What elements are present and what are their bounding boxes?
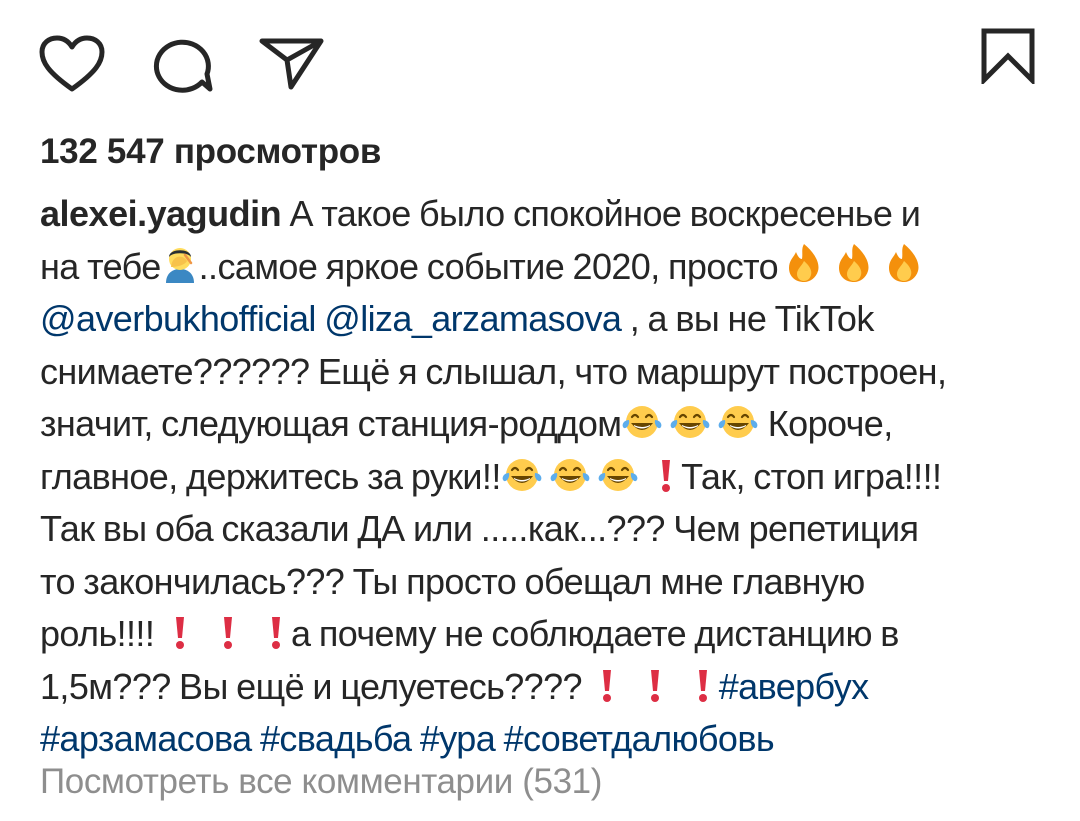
view-all-comments-link[interactable]: Посмотреть все комментарии (531)	[40, 762, 602, 802]
mention-link[interactable]: @liza_arzamasova	[324, 298, 622, 339]
caption-text: Так вы оба сказали ДА или .....как...???…	[40, 508, 919, 549]
caption-text: ..самое яркое событие 2020, просто	[198, 245, 787, 287]
hashtag-link[interactable]: #советдалюбовь	[504, 718, 775, 759]
face-with-tears-of-joy-emoji	[597, 457, 639, 493]
hashtag-link[interactable]: #ура	[420, 718, 496, 759]
heart-outline-icon	[39, 35, 105, 92]
caption-text: роль!!!!	[40, 613, 163, 654]
comment-bubble-icon	[153, 39, 213, 93]
red-exclamation-mark-emoji	[269, 614, 283, 650]
post-actions-bar	[0, 0, 1080, 120]
like-button[interactable]	[38, 34, 106, 94]
caption-text: а почему не соблюдаете дистанцию в	[282, 613, 899, 654]
red-exclamation-mark-emoji	[696, 667, 710, 703]
author-username[interactable]: alexei.yagudin	[40, 193, 282, 234]
hashtag-link[interactable]: #авербух	[719, 666, 869, 707]
hashtag-link[interactable]: #арзамасова	[40, 718, 252, 759]
caption-text: то закончилась??? Ты просто обещал мне г…	[40, 560, 865, 602]
hashtag-link[interactable]: #свадьба	[260, 718, 412, 759]
fire-emoji	[836, 243, 872, 283]
comment-button[interactable]	[152, 38, 214, 94]
caption-text: 1,5м??? Вы ещё и целуетесь????	[40, 665, 591, 707]
red-exclamation-mark-emoji	[600, 667, 614, 703]
red-exclamation-mark-emoji	[659, 457, 673, 493]
save-button[interactable]	[980, 28, 1036, 84]
caption-text: снимаете?????? Ещё я слышал, что маршрут…	[40, 350, 947, 392]
red-exclamation-mark-emoji	[173, 614, 187, 650]
red-exclamation-mark-emoji	[648, 667, 662, 703]
red-exclamation-mark-emoji	[221, 614, 235, 650]
face-with-tears-of-joy-emoji	[501, 457, 543, 493]
face-with-tears-of-joy-emoji	[669, 404, 711, 440]
views-count: 132 547 просмотров	[40, 132, 382, 171]
fire-emoji	[786, 243, 822, 283]
face-with-tears-of-joy-emoji	[621, 404, 663, 440]
caption-text: Так, стоп игра!!!!	[672, 455, 942, 497]
face-with-tears-of-joy-emoji	[717, 404, 759, 440]
share-button[interactable]	[259, 38, 325, 90]
caption-text: значит, следующая станция-роддом	[40, 403, 622, 444]
paper-plane-icon	[259, 38, 324, 90]
mention-link[interactable]: @averbukhofficial	[40, 298, 316, 339]
post-caption: alexei.yagudin А такое было спокойное во…	[40, 188, 1050, 766]
caption-text: , а вы не TikTok	[621, 298, 875, 339]
fire-emoji	[886, 243, 922, 283]
caption-text: на тебе	[40, 245, 161, 287]
caption-text: главное, держитесь за руки!!	[40, 455, 501, 497]
face-with-tears-of-joy-emoji	[549, 457, 591, 493]
person-facepalming-emoji	[161, 245, 199, 283]
caption-text: Короче,	[759, 403, 893, 444]
bookmark-outline-icon	[981, 28, 1035, 84]
caption-text: А такое было спокойное воскресенье и	[281, 193, 921, 234]
